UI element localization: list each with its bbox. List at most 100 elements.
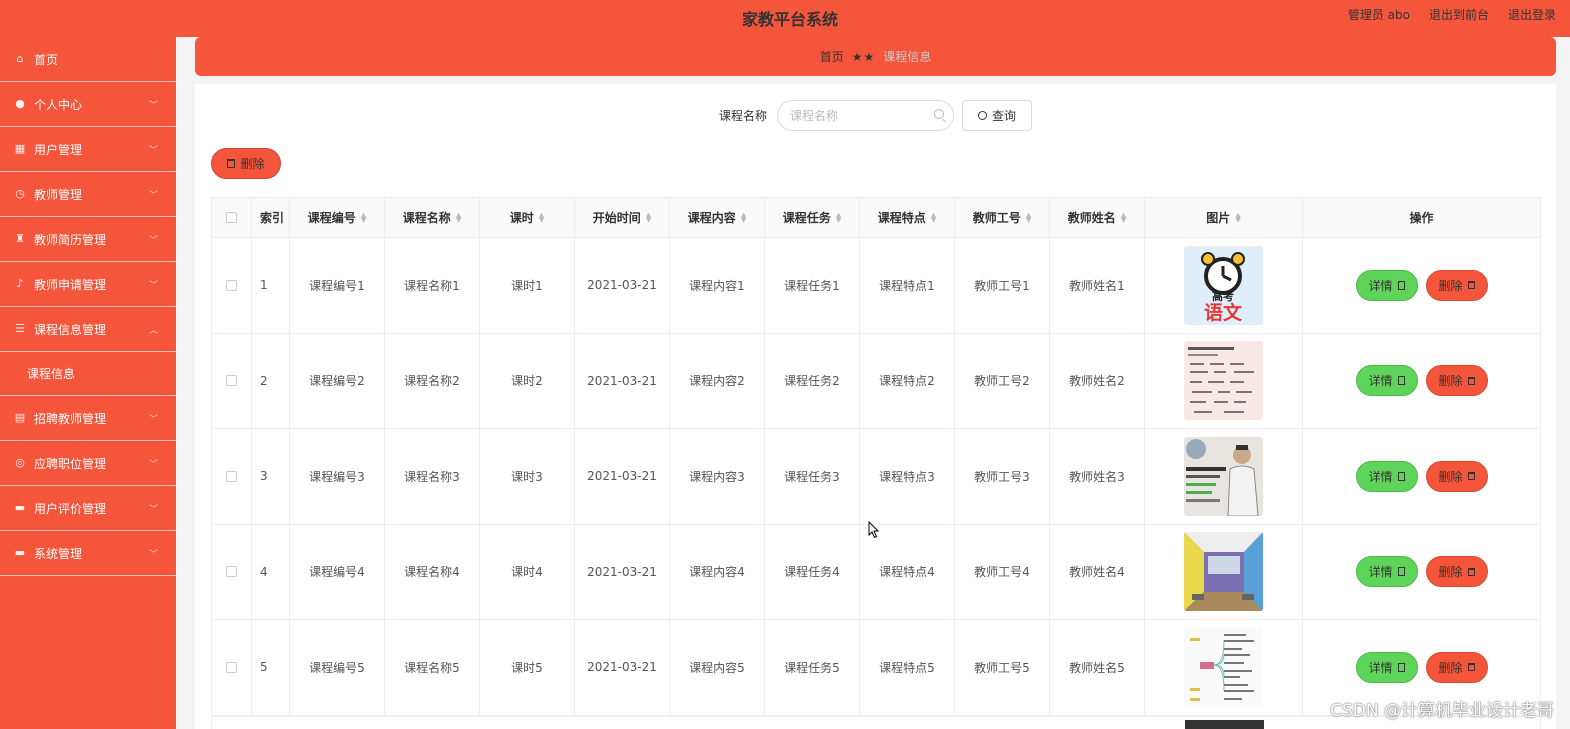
chevron-down-icon: ﹀ bbox=[148, 146, 158, 156]
column-header-start-time[interactable]: 开始时间 ▲ ▼ bbox=[575, 198, 670, 237]
cell-content: 课程内容2 bbox=[670, 333, 765, 428]
column-header-image[interactable]: 图片 ▲ ▼ bbox=[1145, 198, 1303, 237]
cell-hours: 课时2 bbox=[480, 333, 575, 428]
row-checkbox[interactable] bbox=[226, 566, 237, 578]
detail-button-label: 详情 bbox=[1368, 374, 1393, 389]
row-delete-button[interactable]: 删除 bbox=[1425, 365, 1488, 397]
cell-feature: 课程特点3 bbox=[860, 429, 955, 524]
sidebar-item-label: 教师管理 bbox=[34, 187, 83, 202]
sidebar-subitem-course-info[interactable]: 课程信息 bbox=[0, 352, 176, 396]
cell-teacher-name: 教师姓名1 bbox=[1050, 238, 1145, 333]
sidebar-item-teacher-resume[interactable]: ♜ 教师简历管理 ﹀ bbox=[0, 217, 176, 262]
course-thumbnail[interactable] bbox=[1184, 627, 1263, 707]
column-header-teacher-id[interactable]: 教师工号 ▲ ▼ bbox=[955, 198, 1050, 237]
sort-icon[interactable]: ▲ ▼ bbox=[836, 211, 841, 223]
sidebar-item-job-application[interactable]: ◎ 应聘职位管理 ﹀ bbox=[0, 441, 176, 486]
sidebar-item-label: 系统管理 bbox=[34, 546, 83, 561]
column-header-label: 课程任务 bbox=[782, 211, 831, 225]
column-header-label: 课程特点 bbox=[877, 211, 926, 225]
cell-name-text: 课程名称5 bbox=[404, 660, 460, 675]
detail-button-label: 详情 bbox=[1368, 660, 1393, 675]
cell-name: 课程名称1 bbox=[385, 238, 480, 333]
sort-icon[interactable]: ▲ ▼ bbox=[361, 211, 366, 223]
chevron-down-icon: ﹀ bbox=[148, 236, 158, 246]
sidebar-item-recruit-teacher[interactable]: ▤ 招聘教师管理 ﹀ bbox=[0, 396, 176, 441]
current-user-label: 管理员 abo bbox=[1347, 8, 1410, 22]
sidebar-item-user-reviews[interactable]: ▬ 用户评价管理 ﹀ bbox=[0, 486, 176, 531]
back-to-front-link[interactable]: 退出到前台 bbox=[1429, 6, 1489, 23]
row-delete-button[interactable]: 删除 bbox=[1425, 651, 1488, 683]
column-header-task[interactable]: 课程任务 ▲ ▼ bbox=[765, 198, 860, 237]
cell-start-time-text: 2021-03-21 bbox=[587, 660, 657, 675]
row-delete-label: 删除 bbox=[1438, 278, 1463, 293]
sort-icon[interactable]: ▲ ▼ bbox=[741, 211, 746, 223]
trash-icon bbox=[1467, 281, 1475, 290]
sort-icon[interactable]: ▲ ▼ bbox=[1121, 211, 1126, 223]
column-header-feature[interactable]: 课程特点 ▲ ▼ bbox=[860, 198, 955, 237]
column-header-code[interactable]: 课程编号 ▲ ▼ bbox=[290, 198, 385, 237]
sidebar-item-teacher-management[interactable]: ◷ 教师管理 ﹀ bbox=[0, 172, 176, 217]
cell-code: 课程编号1 bbox=[290, 238, 385, 333]
column-header-name[interactable]: 课程名称 ▲ ▼ bbox=[385, 198, 480, 237]
sidebar-item-personal-center[interactable]: ● 个人中心 ﹀ bbox=[0, 82, 176, 127]
row-delete-button[interactable]: 删除 bbox=[1425, 460, 1488, 492]
sort-icon[interactable]: ▲ ▼ bbox=[646, 211, 651, 223]
sidebar-item-course-info-management[interactable]: ☰ 课程信息管理 ︿ bbox=[0, 307, 176, 352]
cell-actions: 详情 删除 bbox=[1303, 334, 1540, 429]
sidebar: ⌂ 首页 ● 个人中心 ﹀ ▦ 用户管理 ﹀ ◷ 教师管理 ﹀ ♜ 教师简历管理… bbox=[0, 37, 176, 729]
cell-image bbox=[1145, 333, 1303, 428]
list-icon: ☰ bbox=[15, 322, 25, 335]
cell-task-text: 课程任务2 bbox=[784, 374, 840, 389]
course-thumbnail[interactable]: 高考 语文 bbox=[1184, 245, 1263, 325]
breadcrumb: 首页 ★★ 课程信息 bbox=[195, 37, 1556, 76]
cell-index-text: 1 bbox=[260, 278, 268, 293]
sort-icon[interactable]: ▲ ▼ bbox=[456, 211, 461, 223]
query-button[interactable]: 查询 bbox=[962, 100, 1032, 131]
sort-icon[interactable]: ▲ ▼ bbox=[539, 211, 544, 223]
row-delete-button[interactable]: 删除 bbox=[1425, 556, 1488, 588]
detail-button[interactable]: 详情 bbox=[1355, 365, 1418, 397]
sidebar-item-system-management[interactable]: ▬ 系统管理 ﹀ bbox=[0, 531, 176, 576]
detail-button[interactable]: 详情 bbox=[1355, 556, 1418, 588]
logout-link[interactable]: 退出登录 bbox=[1508, 6, 1556, 23]
row-checkbox[interactable] bbox=[226, 375, 237, 387]
breadcrumb-home[interactable]: 首页 bbox=[820, 48, 844, 65]
select-all-cell bbox=[212, 198, 252, 237]
batch-delete-button[interactable]: 删除 bbox=[211, 148, 281, 179]
row-delete-button[interactable]: 删除 bbox=[1425, 269, 1488, 301]
cell-index: 4 bbox=[252, 524, 290, 619]
document-icon bbox=[1397, 567, 1405, 577]
row-checkbox[interactable] bbox=[226, 279, 237, 291]
column-header-content[interactable]: 课程内容 ▲ ▼ bbox=[670, 198, 765, 237]
search-bar: 课程名称 课程名称 查询 bbox=[195, 100, 1556, 131]
row-checkbox[interactable] bbox=[226, 661, 237, 673]
course-thumbnail[interactable] bbox=[1184, 436, 1263, 516]
cell-feature: 课程特点1 bbox=[860, 238, 955, 333]
select-all-checkbox[interactable] bbox=[226, 212, 237, 223]
column-header-index: 索引 bbox=[252, 198, 290, 237]
sidebar-item-user-management[interactable]: ▦ 用户管理 ﹀ bbox=[0, 127, 176, 172]
column-header-hours[interactable]: 课时 ▲ ▼ bbox=[480, 198, 575, 237]
column-header-teacher-name[interactable]: 教师姓名 ▲ ▼ bbox=[1050, 198, 1145, 237]
sidebar-item-label: 课程信息管理 bbox=[34, 322, 107, 337]
course-name-search-input[interactable]: 课程名称 bbox=[777, 100, 954, 131]
course-thumbnail[interactable] bbox=[1184, 341, 1263, 421]
cell-code: 课程编号2 bbox=[290, 333, 385, 428]
row-delete-label: 删除 bbox=[1438, 660, 1463, 675]
detail-button[interactable]: 详情 bbox=[1355, 269, 1418, 301]
course-thumbnail[interactable] bbox=[1184, 532, 1263, 612]
chevron-down-icon: ﹀ bbox=[148, 550, 158, 560]
sidebar-item-teacher-application[interactable]: ♪ 教师申请管理 ﹀ bbox=[0, 262, 176, 307]
sidebar-item-home[interactable]: ⌂ 首页 bbox=[0, 37, 176, 82]
home-icon: ⌂ bbox=[16, 52, 24, 65]
row-checkbox[interactable] bbox=[226, 470, 237, 482]
table-row: 1 课程编号1 课程名称1 课时1 2021-03-21 课程内容1 课程任务1 课程特点1 教… bbox=[212, 238, 1540, 334]
mic-icon: ♪ bbox=[16, 277, 24, 290]
trash-icon bbox=[1467, 567, 1475, 576]
chevron-down-icon: ﹀ bbox=[148, 191, 158, 201]
detail-button[interactable]: 详情 bbox=[1355, 460, 1418, 492]
sort-icon[interactable]: ▲ ▼ bbox=[1026, 211, 1031, 223]
detail-button[interactable]: 详情 bbox=[1355, 651, 1418, 683]
sort-icon[interactable]: ▲ ▼ bbox=[1235, 211, 1240, 223]
sort-icon[interactable]: ▲ ▼ bbox=[931, 211, 936, 223]
